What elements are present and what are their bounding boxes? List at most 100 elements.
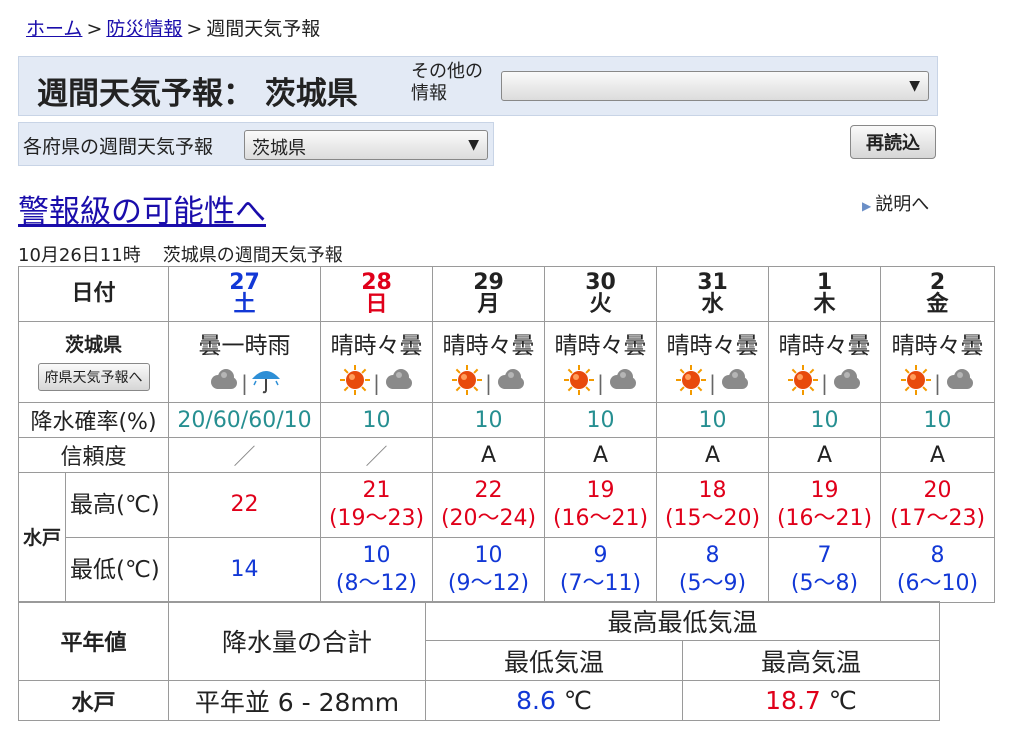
day-number: 1 <box>816 270 833 295</box>
max-temp-range: (16～21) <box>552 506 649 531</box>
warning-possibility-link[interactable]: 警報級の可能性へ <box>18 186 266 231</box>
temp-range-header: 最高最低気温 <box>424 601 941 641</box>
day-number: 30 <box>585 270 616 295</box>
day-number: 2 <box>929 270 946 295</box>
cloud-icon <box>207 364 239 402</box>
weekday: 月 <box>477 292 500 317</box>
precip-probability-cell: 10 <box>656 402 770 438</box>
date-cell: 28 日 <box>320 266 434 322</box>
other-info-select[interactable]: ▼ <box>501 71 929 101</box>
max-temp-cell: 19 (16～21) <box>544 472 658 538</box>
divider: | <box>597 371 604 395</box>
reliability-cell: A <box>656 437 770 473</box>
sun-icon <box>563 364 595 402</box>
min-temp-row: 最低(℃) 14 10 (8～12) 10 (9～12) 9 (7～11) 8 (5～9) 7 (5… <box>19 537 996 603</box>
max-temp-cell: 21 (19～23) <box>320 472 434 538</box>
prefecture-forecast-button[interactable]: 府県天気予報へ <box>37 363 150 391</box>
min-temp-value: 10 <box>362 543 391 568</box>
max-temp-range: (20～24) <box>440 506 537 531</box>
max-temp-row: 水戸 最高(℃) 22 21 (19～23) 22 (20～24) 19 (16～21) 18… <box>18 472 996 603</box>
normals-precip-value: 平年並 6 - 28mm <box>168 680 426 721</box>
weather-row: 茨城県 府県天気予報へ 曇一時雨 | 晴時々曇 | 晴時々曇 | 晴時々曇 | 晴時々曇 | 晴時々… <box>17 321 996 403</box>
prefecture-select[interactable]: 茨城県 ▼ <box>244 130 488 160</box>
prefecture-select-value: 茨城県 <box>252 138 306 159</box>
cloud-icon <box>494 364 526 402</box>
cloud-icon <box>830 364 862 402</box>
triangle-right-icon: ▶ <box>862 199 872 213</box>
umbrella-icon <box>250 364 282 402</box>
weather-icons: | <box>169 364 320 402</box>
cloud-icon <box>943 364 975 402</box>
weather-icons: | <box>545 364 656 402</box>
date-cell: 31 水 <box>656 266 770 322</box>
min-temp-cell: 8 (5～9) <box>656 537 770 603</box>
weekday: 火 <box>589 292 612 317</box>
min-temp-cell: 10 (8～12) <box>320 537 434 603</box>
reliability-label: 信頼度 <box>17 437 170 473</box>
max-temp-cell: 22 <box>168 472 322 538</box>
breadcrumb-separator: > <box>86 18 103 40</box>
day-number: 28 <box>361 270 392 295</box>
reliability-cell: ／ <box>168 437 322 473</box>
weather-cell: 晴時々曇 | <box>432 321 546 403</box>
max-temp-value: 19 <box>586 478 615 503</box>
precip-probability-cell: 20/60/60/10 <box>168 402 322 438</box>
date-row: 日付 27 土 28 日 29 月 30 火 31 水 1 木 2 金 <box>17 266 996 322</box>
breadcrumb-separator: > <box>186 18 203 40</box>
date-cell: 1木 <box>768 266 882 322</box>
max-temp-range: (16～21) <box>776 506 873 531</box>
day-number: 31 <box>697 270 728 295</box>
min-temp-value: 9 <box>593 543 608 568</box>
max-temp-label: 最高(℃) <box>64 472 170 538</box>
min-temp-range: (5～8) <box>790 571 859 596</box>
min-temp-range: (8～12) <box>335 571 418 596</box>
weather-icons: | <box>769 364 880 402</box>
breadcrumb-home-link[interactable]: ホーム <box>26 18 82 40</box>
min-temp-value: 7 <box>817 543 832 568</box>
min-temp-cell: 7 (5～8) <box>768 537 882 603</box>
prefecture-bar: 各府県の週間天気予報 茨城県 ▼ <box>18 122 494 166</box>
explanation-link[interactable]: ▶ 説明へ <box>862 190 929 216</box>
date-label: 日付 <box>17 266 170 322</box>
other-info-label: その他の情報 <box>411 61 483 104</box>
max-temp-value: 22 <box>230 492 259 517</box>
min-temp-value: 14 <box>230 557 259 582</box>
sun-icon <box>339 364 371 402</box>
breadcrumb-disaster-link[interactable]: 防災情報 <box>106 18 182 40</box>
weather-text: 曇一時雨 <box>198 333 291 359</box>
issued-info: 10月26日11時 茨城県の週間天気予報 <box>18 241 343 267</box>
min-temp-cell: 8 (6～10) <box>880 537 996 603</box>
max-temp-range: (19～23) <box>328 506 425 531</box>
sun-icon <box>787 364 819 402</box>
max-temp-value: 20 <box>923 478 952 503</box>
issued-time: 10月26日11時 <box>18 245 141 266</box>
reliability-cell: A <box>544 437 658 473</box>
min-temp-value: 8 <box>705 543 720 568</box>
min-temp-cell: 9 (7～11) <box>544 537 658 603</box>
max-temp-value: 22 <box>474 478 503 503</box>
max-temp-cell: 18 (15～20) <box>656 472 770 538</box>
min-temp-range: (5～9) <box>678 571 747 596</box>
reload-button[interactable]: 再読込 <box>850 125 936 159</box>
normals-min-temp: 8.6 ℃ <box>425 680 683 721</box>
explanation-link-label: 説明へ <box>875 194 930 215</box>
max-temp-value: 19 <box>810 478 839 503</box>
reliability-cell: A <box>880 437 996 473</box>
date-cell: 30 火 <box>544 266 658 322</box>
day-number: 27 <box>229 270 260 295</box>
max-temp-value: 21 <box>362 478 391 503</box>
min-temp-header: 最低気温 <box>425 640 683 681</box>
weather-text: 晴時々曇 <box>778 333 871 359</box>
breadcrumb-current: 週間天気予報 <box>206 18 321 40</box>
date-cell: 2金 <box>880 266 996 322</box>
weather-cell: 曇一時雨 | <box>168 321 322 403</box>
divider: | <box>373 371 380 395</box>
normals-max-unit: ℃ <box>828 686 857 715</box>
max-temp-range: (17～23) <box>889 506 986 531</box>
weather-text: 晴時々曇 <box>330 333 423 359</box>
divider: | <box>241 371 248 395</box>
normals-min-unit: ℃ <box>563 686 592 715</box>
max-temp-cell: 22 (20～24) <box>432 472 546 538</box>
weather-icons: | <box>321 364 432 402</box>
issued-title: 茨城県の週間天気予報 <box>162 245 343 266</box>
